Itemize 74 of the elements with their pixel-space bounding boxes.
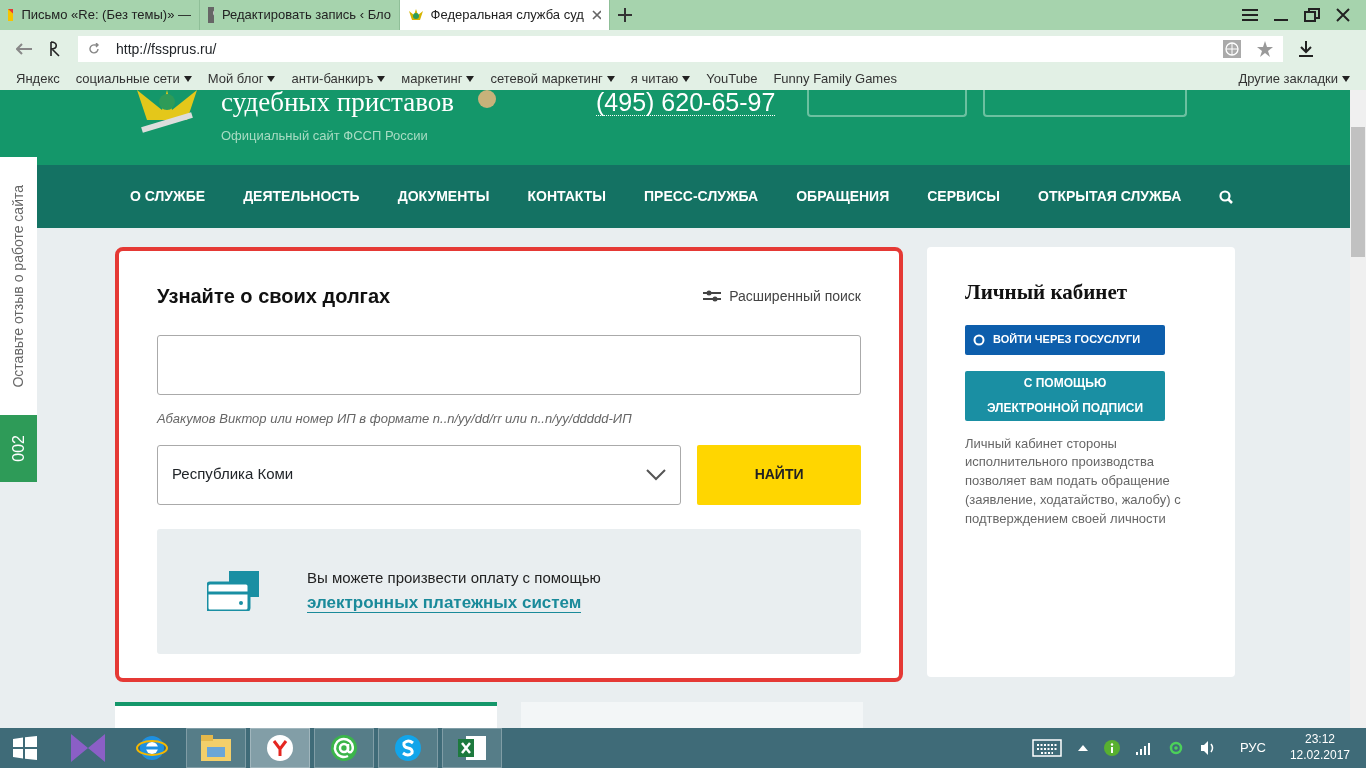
signal-icon[interactable] [1135, 741, 1152, 755]
bookmark-item[interactable]: анти-банкиръ [291, 69, 374, 89]
new-tab-icon[interactable] [618, 8, 632, 22]
visitor-counter: 002 [0, 415, 37, 482]
dropdown-caret-icon[interactable] [1342, 76, 1350, 82]
clock[interactable]: 23:12 12.02.2017 [1289, 732, 1350, 764]
bookmark-item[interactable]: Мой блог [207, 69, 264, 89]
keyboard-icon[interactable] [1031, 739, 1062, 757]
bookmark-item[interactable]: Яндекс [16, 69, 60, 89]
dropdown-caret-icon[interactable] [606, 76, 615, 82]
nav-link[interactable]: ДОКУМЕНТЫ [397, 186, 490, 207]
spreadsheet-x-icon[interactable] [458, 734, 486, 762]
circle-icon [973, 333, 985, 346]
bookmark-item[interactable]: я читаю [630, 69, 679, 89]
payment-text: Вы можете произвести оплату с помощью [307, 568, 601, 588]
menu-icon[interactable] [1242, 9, 1258, 21]
dropdown-caret-icon[interactable] [682, 76, 691, 82]
phone-link[interactable]: (495) 620-65-97 [596, 90, 776, 116]
skype-s-icon[interactable] [394, 734, 422, 762]
card-title: Личный кабинет [965, 279, 1129, 306]
dropdown-caret-icon[interactable] [183, 76, 192, 82]
bookmark-item[interactable]: маркетинг [401, 69, 463, 89]
nav-link[interactable]: КОНТАКТЫ [527, 186, 606, 207]
browser-y-icon[interactable] [266, 734, 294, 762]
advanced-search-link[interactable]: Расширенный поиск [703, 285, 861, 307]
site-subtitle: Официальный сайт ФССП России [221, 127, 429, 146]
close-icon[interactable] [591, 10, 601, 20]
scrollbar[interactable] [1350, 90, 1366, 728]
card-title: Узнайте о своих долгах [157, 284, 391, 309]
gosuslugi-button[interactable]: ВОЙТИ ЧЕРЕЗ ГОСУСЛУГИ [965, 324, 1165, 355]
browser-tab[interactable]: Федеральная служба суд [400, 0, 610, 30]
restore-icon[interactable] [1304, 8, 1320, 22]
show-hidden-icons[interactable] [1077, 745, 1088, 751]
dropdown-caret-icon[interactable] [267, 76, 276, 82]
nav-link[interactable]: ПРЕСС-СЛУЖБА [644, 186, 759, 207]
folder-icon[interactable] [201, 735, 231, 761]
nav-link[interactable]: О СЛУЖБЕ [130, 186, 206, 207]
coin-icon [478, 90, 497, 108]
feedback-tab[interactable]: Оставьте отзыв о работе сайта [0, 157, 37, 415]
back-icon[interactable] [16, 43, 32, 55]
bookmark-item[interactable]: YouTube [706, 69, 758, 89]
windows-start-icon[interactable] [13, 736, 37, 760]
find-button[interactable]: НАЙТИ [697, 444, 861, 505]
region-select[interactable]: Республика Коми [157, 444, 682, 505]
close-icon[interactable] [1336, 8, 1350, 22]
yandex-logo-icon[interactable] [48, 41, 62, 57]
dropdown-caret-icon[interactable] [466, 76, 475, 82]
nav-link[interactable]: ОБРАЩЕНИЯ [796, 186, 890, 207]
emblem-icon [408, 7, 423, 23]
search-icon[interactable] [1219, 189, 1234, 204]
site-title: судебных приставов [221, 90, 455, 119]
bookmark-item[interactable]: Funny Family Games [773, 69, 897, 89]
nav-link[interactable]: СЕРВИСЫ [927, 186, 1000, 207]
emblem-icon [137, 90, 197, 135]
debt-search-input[interactable] [157, 335, 861, 395]
nav-link[interactable]: ДЕЯТЕЛЬНОСТЬ [243, 186, 360, 207]
language-indicator[interactable]: РУС [1239, 738, 1266, 758]
other-bookmarks[interactable]: Другие закладки [1238, 69, 1338, 89]
dropdown-caret-icon[interactable] [377, 76, 386, 82]
signature-button[interactable]: С ПОМОЩЬЮ ЭЛЕКТРОННОЙ ПОДПИСИ [965, 370, 1165, 421]
bookmark-star-icon[interactable] [1257, 41, 1273, 57]
sliders-icon [703, 289, 722, 303]
info-icon[interactable] [1103, 740, 1120, 756]
bookmark-item[interactable]: социальные сети [75, 69, 180, 89]
volume-icon[interactable] [1199, 740, 1216, 756]
chevron-down-icon [646, 468, 667, 481]
credit-card-icon [207, 571, 259, 611]
nav-link[interactable]: ОТКРЫТАЯ СЛУЖБА [1038, 186, 1182, 207]
address-bar[interactable]: http://fssprus.ru/ [78, 36, 1283, 62]
cabinet-description: Личный кабинет стороны исполнительного производства позволяет вам подать обращение (заявление, ходатайство, жалобу) с подтверждением своей личности [965, 434, 1182, 528]
reload-icon[interactable] [88, 43, 100, 55]
download-icon[interactable] [1299, 41, 1313, 57]
search-hint: Абакумов Виктор или номер ИП в формате n..n/yy/dd/rr или n..n/yy/ddddd-ИП [157, 410, 633, 428]
bookmark-item[interactable]: сетевой маркетинг [490, 69, 603, 89]
